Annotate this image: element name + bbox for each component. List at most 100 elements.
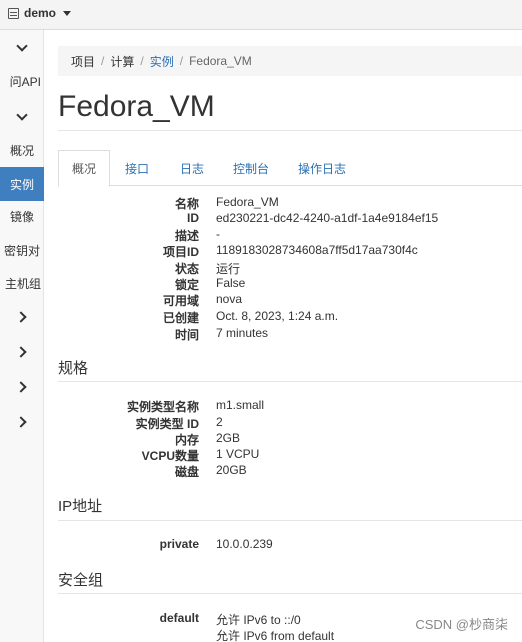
detail-row: 时间 7 minutes [58, 326, 522, 342]
detail-value: ed230221-dc42-4240-a1df-1a4e9184ef15 [216, 211, 439, 225]
section-title-ip: IP地址 [58, 498, 103, 515]
section-divider [58, 520, 522, 521]
sidebar-expand-3[interactable] [0, 370, 44, 404]
spec-key: 实例类型名称 [126, 400, 199, 414]
tab-log[interactable]: 日志 [180, 150, 204, 186]
sidebar-toggle-compute[interactable] [0, 100, 44, 134]
sidebar-item-label: 主机组 [4, 276, 41, 291]
detail-row: 可用域 nova [58, 292, 522, 308]
spec-key: VCPU数量 [141, 449, 199, 463]
chevron-right-icon [14, 381, 27, 393]
spec-value: 20GB [216, 463, 247, 477]
sidebar-item-overview[interactable]: 概况 [0, 133, 44, 167]
ip-network-name: private [159, 537, 199, 551]
sidebar-expand-1[interactable] [0, 300, 44, 334]
sidebar-item-images[interactable]: 镜像 [0, 199, 44, 233]
sidebar: 问API 概况 实例 镜像 密钥对 主机组 [0, 30, 44, 642]
detail-key: ID [187, 211, 199, 225]
detail-value: False [216, 276, 246, 290]
breadcrumb-separator: / [101, 54, 105, 68]
breadcrumb-project: 项目 [71, 54, 96, 69]
detail-row: 名称 Fedora_VM [58, 195, 522, 211]
detail-value: 7 minutes [216, 326, 269, 340]
spec-value: 1 VCPU [216, 447, 260, 461]
sidebar-expand-2[interactable] [0, 335, 44, 369]
section-divider [58, 593, 522, 594]
chevron-right-icon [14, 416, 27, 428]
ip-address: 10.0.0.239 [216, 537, 273, 551]
detail-key: 描述 [174, 229, 199, 243]
tab-console[interactable]: 控制台 [233, 150, 269, 186]
top-bar: demo [0, 0, 522, 30]
detail-value: nova [216, 292, 243, 306]
section-title-security: 安全组 [58, 572, 104, 589]
detail-value: 运行 [216, 262, 241, 276]
detail-key: 名称 [174, 197, 199, 211]
section-title-specs: 规格 [58, 360, 89, 377]
detail-row: ID ed230221-dc42-4240-a1df-1a4e9184ef15 [58, 211, 522, 227]
detail-row: 描述 - [58, 227, 522, 243]
breadcrumb-current: Fedora_VM [189, 54, 252, 68]
chevron-right-icon [14, 346, 27, 358]
detail-row: 状态 运行 [58, 260, 522, 276]
detail-row: 项目ID 1189183028734608a7ff5d17aa730f4c [58, 243, 522, 259]
detail-key: 锁定 [174, 278, 199, 292]
spec-row: 磁盘 20GB [58, 463, 522, 479]
sidebar-item-label: 概况 [9, 143, 34, 158]
security-group-name: default [159, 611, 199, 625]
chevron-down-icon [16, 109, 28, 121]
title-divider [58, 130, 522, 131]
spec-row: VCPU数量 1 VCPU [58, 447, 522, 463]
breadcrumb-instances-link[interactable]: 实例 [150, 53, 174, 70]
detail-value: Oct. 8, 2023, 1:24 a.m. [216, 309, 339, 323]
sidebar-item-instances[interactable]: 实例 [0, 167, 44, 201]
breadcrumb-separator: / [140, 54, 144, 68]
sidebar-toggle-api[interactable] [0, 31, 44, 65]
breadcrumb-separator: / [179, 54, 184, 68]
spec-row: 内存 2GB [58, 431, 522, 447]
breadcrumb-compute: 计算 [110, 54, 135, 69]
detail-key: 可用域 [162, 294, 199, 308]
watermark: CSDN @杪商柒 [415, 617, 508, 632]
project-icon [8, 7, 19, 19]
detail-key: 已创建 [162, 311, 199, 325]
tab-overview[interactable]: 概况 [58, 150, 111, 187]
sidebar-item-api[interactable]: 问API [0, 64, 44, 98]
spec-key: 内存 [174, 433, 199, 447]
chevron-down-icon [16, 40, 28, 52]
detail-key: 时间 [174, 328, 199, 342]
spec-value: 2GB [216, 431, 241, 445]
detail-row: 已创建 Oct. 8, 2023, 1:24 a.m. [58, 309, 522, 325]
detail-key: 状态 [174, 262, 199, 276]
detail-value: 1189183028734608a7ff5d17aa730f4c [216, 243, 418, 257]
spec-key: 实例类型 ID [135, 417, 199, 431]
detail-value: - [216, 227, 220, 241]
breadcrumb: 项目 / 计算 / 实例 / Fedora_VM [58, 46, 522, 76]
sidebar-item-label: 密钥对 [3, 243, 40, 258]
project-name: demo [24, 6, 57, 20]
security-rule: 允许 IPv6 from default [216, 629, 335, 642]
detail-key: 项目ID [162, 245, 199, 259]
project-selector[interactable]: demo [8, 6, 72, 20]
sidebar-item-label: 实例 [9, 177, 34, 192]
spec-row: 实例类型 ID 2 [58, 415, 522, 431]
sidebar-item-server-groups[interactable]: 主机组 [0, 266, 44, 300]
page-title: Fedora_VM [58, 90, 215, 123]
sidebar-item-label: 问API [9, 74, 41, 89]
sidebar-item-keypairs[interactable]: 密钥对 [0, 233, 44, 267]
detail-value: Fedora_VM [216, 195, 279, 209]
spec-value: m1.small [216, 398, 265, 412]
security-rule: 允许 IPv6 to ::/0 [216, 613, 301, 627]
spec-row: 实例类型名称 m1.small [58, 398, 522, 414]
tab-bar: 概况 接口 日志 控制台 操作日志 [58, 150, 522, 187]
ip-row: private 10.0.0.239 [58, 537, 522, 553]
tab-action-log[interactable]: 操作日志 [298, 150, 346, 186]
spec-key: 磁盘 [174, 465, 199, 479]
section-divider [58, 381, 522, 382]
caret-down-icon [63, 10, 72, 16]
spec-value: 2 [216, 415, 223, 429]
tab-interfaces[interactable]: 接口 [125, 150, 149, 186]
chevron-right-icon [14, 311, 27, 323]
sidebar-expand-4[interactable] [0, 405, 44, 439]
detail-row: 锁定 False [58, 276, 522, 292]
